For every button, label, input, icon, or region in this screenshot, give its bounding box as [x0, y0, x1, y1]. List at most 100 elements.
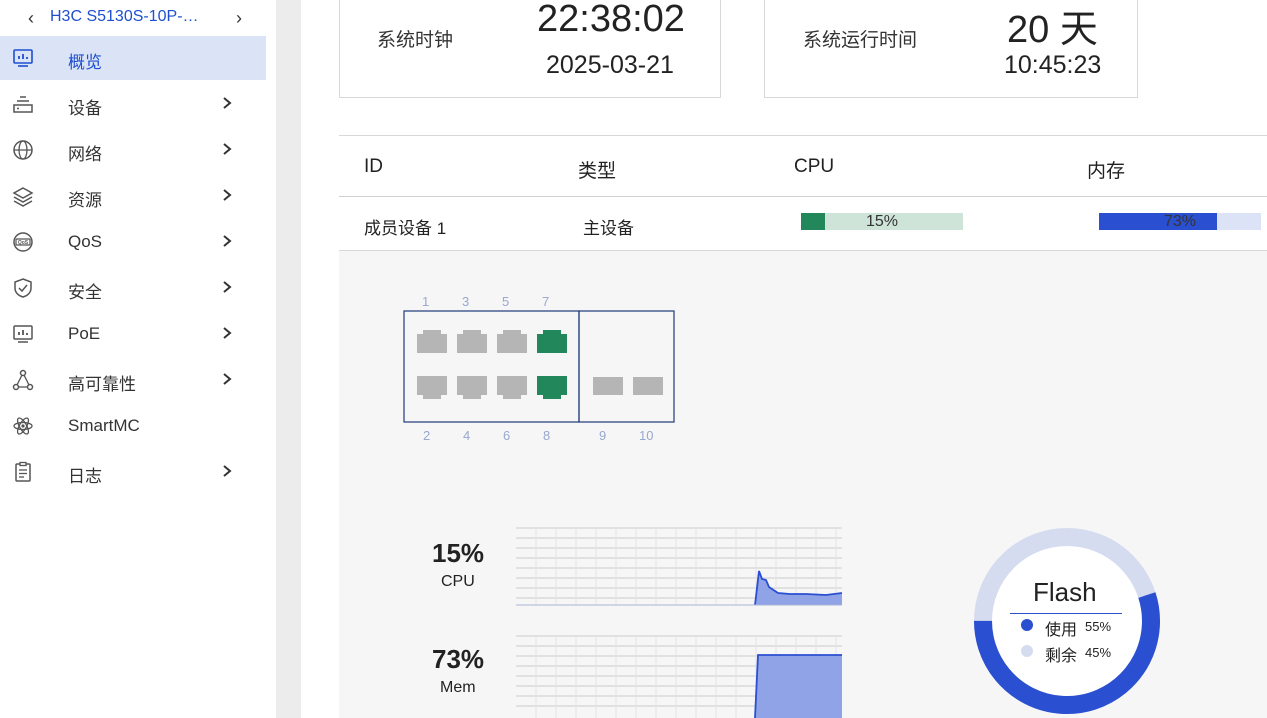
chevron-right-icon[interactable]: › — [236, 8, 242, 29]
sidebar-item-resources[interactable]: 资源 — [0, 174, 266, 218]
free-legend-dot — [1021, 645, 1033, 657]
memory-usage-value: 73% — [432, 644, 485, 674]
memory-usage-label: Mem — [440, 679, 476, 696]
sidebar-gutter — [276, 0, 301, 718]
sidebar-item-label: PoE — [68, 324, 101, 343]
sidebar-item-device[interactable]: 设备 — [0, 82, 266, 126]
sidebar-item-label: 日志 — [68, 467, 102, 486]
svg-text:QoS: QoS — [18, 240, 29, 246]
sidebar-item-poe[interactable]: PoE — [0, 312, 266, 356]
system-clock-card: 系统时钟 22:38:02 2025-03-21 — [339, 0, 721, 98]
system-clock-label: 系统时钟 — [377, 30, 454, 51]
column-header-memory: 内存 — [1087, 161, 1126, 182]
cpu-usage-value: 15% — [432, 538, 485, 568]
sidebar-item-label: 概览 — [68, 53, 102, 72]
monitor-chart-icon — [13, 49, 33, 67]
sidebar-item-label: 设备 — [68, 99, 102, 118]
cpu-usage-bar: 15% — [801, 213, 963, 230]
sidebar-item-overview[interactable]: 概览 — [0, 36, 266, 80]
chevron-right-icon — [223, 465, 232, 477]
uptime-time: 10:45:23 — [1004, 51, 1102, 79]
used-legend-dot — [1021, 619, 1033, 631]
sfp-port-10[interactable] — [633, 377, 663, 395]
sidebar-item-qos[interactable]: QoS QoS — [0, 220, 266, 264]
device-switcher: ‹ H3C S5130S-10P-… › — [0, 0, 266, 36]
atom-icon — [13, 417, 33, 435]
uptime-label: 系统运行时间 — [803, 30, 918, 51]
ethernet-port-4[interactable] — [457, 376, 487, 399]
sidebar-item-security[interactable]: 安全 — [0, 266, 266, 310]
layers-icon — [12, 187, 34, 207]
sidebar-item-label: 网络 — [68, 145, 102, 164]
ethernet-port-3[interactable] — [457, 330, 487, 353]
flash-used-value: 55% — [1085, 619, 1112, 634]
port-number: 1 — [422, 294, 430, 309]
ethernet-port-5[interactable] — [497, 330, 527, 353]
sidebar-item-label: SmartMC — [68, 416, 140, 435]
clipboard-icon — [15, 461, 31, 482]
cpu-history-chart — [516, 527, 842, 606]
sidebar-item-network[interactable]: 网络 — [0, 128, 266, 172]
column-header-id: ID — [364, 156, 383, 177]
system-clock-date: 2025-03-21 — [546, 51, 674, 79]
port-number: 10 — [639, 428, 654, 443]
sidebar-item-label: 高可靠性 — [68, 375, 136, 394]
chevron-left-icon[interactable]: ‹ — [28, 8, 34, 29]
topology-icon — [12, 369, 34, 391]
flash-used-label: 使用 — [1045, 622, 1078, 639]
ethernet-port-7[interactable] — [537, 330, 567, 353]
device-name[interactable]: H3C S5130S-10P-… — [50, 8, 199, 26]
chevron-right-icon — [223, 281, 232, 293]
sfp-port-9[interactable] — [593, 377, 623, 395]
ethernet-port-1[interactable] — [417, 330, 447, 353]
flash-title: Flash — [1033, 577, 1097, 607]
sidebar-item-smartmc[interactable]: SmartMC — [0, 404, 266, 448]
flash-divider — [1010, 613, 1122, 614]
sidebar-item-label: 资源 — [68, 191, 102, 210]
chevron-right-icon — [223, 373, 232, 385]
cpu-usage-label: CPU — [441, 573, 475, 590]
ethernet-port-6[interactable] — [497, 376, 527, 399]
member-id: 成员设备 1 — [364, 219, 447, 238]
port-number: 5 — [502, 294, 510, 309]
overview-content: 系统时钟 22:38:02 2025-03-21 系统运行时间 20 天 10:… — [301, 0, 1267, 718]
port-number: 6 — [503, 428, 511, 443]
shield-icon — [14, 278, 32, 298]
uptime-card: 系统运行时间 20 天 10:45:23 — [764, 0, 1138, 98]
qos-icon: QoS — [13, 232, 33, 252]
column-header-cpu: CPU — [794, 156, 835, 177]
sidebar-item-high-availability[interactable]: 高可靠性 — [0, 358, 266, 402]
ethernet-port-8[interactable] — [537, 376, 567, 399]
switch-front-panel — [403, 310, 675, 423]
port-number: 9 — [599, 428, 607, 443]
table-row[interactable]: 成员设备 1 主设备 15% 73% — [339, 197, 1267, 251]
system-clock-time: 22:38:02 — [537, 0, 685, 40]
device-detail-panel: 1 3 5 7 2 4 6 8 9 10 15% CPU 73% Mem Fla… — [339, 251, 1267, 718]
globe-icon — [13, 140, 33, 160]
member-type: 主设备 — [583, 219, 634, 238]
flash-free-value: 45% — [1085, 645, 1112, 660]
chevron-right-icon — [223, 189, 232, 201]
member-table-header: ID 类型 CPU 内存 — [339, 135, 1267, 197]
port-number: 3 — [462, 294, 470, 309]
chevron-right-icon — [223, 97, 232, 109]
sidebar: ‹ H3C S5130S-10P-… › 概览 设备 网络 资源 QoS QoS… — [0, 0, 276, 718]
memory-history-chart — [516, 635, 842, 718]
port-number: 7 — [542, 294, 550, 309]
flash-free-label: 剩余 — [1045, 648, 1078, 665]
chevron-right-icon — [223, 235, 232, 247]
sidebar-item-label: QoS — [68, 232, 103, 251]
port-number: 8 — [543, 428, 551, 443]
sidebar-item-label: 安全 — [68, 283, 102, 302]
device-icon — [13, 96, 33, 113]
chevron-right-icon — [223, 327, 232, 339]
poe-icon — [13, 325, 33, 343]
uptime-days: 20 天 — [1007, 9, 1098, 51]
memory-usage-bar: 73% — [1099, 213, 1261, 230]
cpu-usage-text: 15% — [865, 213, 899, 230]
port-number: 2 — [423, 428, 431, 443]
sidebar-item-logs[interactable]: 日志 — [0, 450, 266, 494]
ethernet-port-2[interactable] — [417, 376, 447, 399]
chevron-right-icon — [223, 143, 232, 155]
column-header-type: 类型 — [578, 161, 617, 182]
